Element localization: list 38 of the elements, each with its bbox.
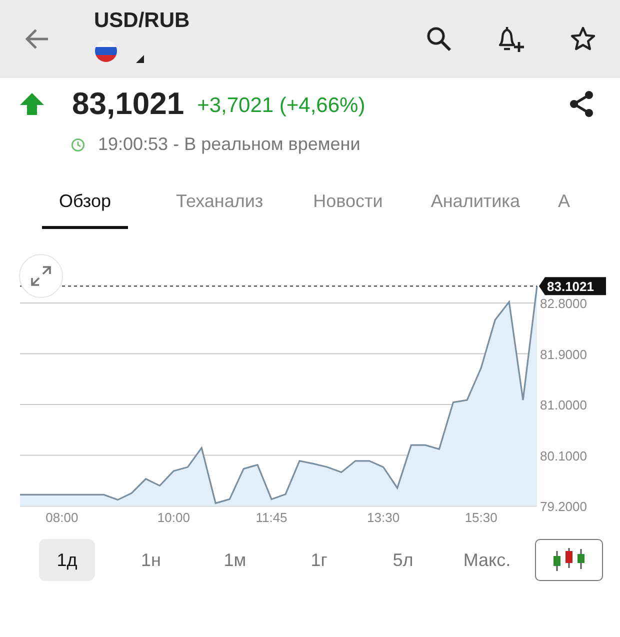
clock-icon [71, 138, 85, 152]
range-button[interactable]: 1м [207, 539, 263, 581]
last-price-tag: 83.1021 [539, 277, 606, 296]
expand-icon [29, 264, 53, 288]
tab[interactable]: Теханализ [176, 181, 264, 229]
range-button[interactable]: 1н [123, 539, 179, 581]
chart-type-button[interactable] [535, 539, 603, 581]
y-axis-label: 81.0000 [540, 398, 587, 413]
star-icon[interactable] [570, 26, 596, 52]
y-axis-label: 82.8000 [540, 296, 587, 312]
range-button[interactable]: Макс. [459, 539, 515, 581]
realtime-timestamp: 19:00:53 - В реальном времени [98, 134, 360, 155]
tab[interactable]: Обзор [42, 181, 128, 229]
x-axis-label: 11:45 [256, 510, 288, 525]
range-button[interactable]: 5л [375, 539, 431, 581]
pair-title: USD/RUB [94, 9, 190, 33]
dropdown-caret-icon[interactable] [136, 55, 144, 63]
candlestick-icon [551, 546, 587, 574]
flag-icon[interactable] [94, 39, 118, 63]
range-button[interactable]: 1г [291, 539, 347, 581]
search-icon[interactable] [426, 26, 452, 52]
tab[interactable]: Аналитика [430, 181, 520, 229]
x-axis-label: 10:00 [157, 510, 190, 525]
tab[interactable]: Новости [313, 181, 383, 229]
x-axis-label: 13:30 [367, 510, 400, 525]
share-icon[interactable] [568, 90, 596, 118]
add-alert-icon[interactable] [496, 25, 526, 53]
range-button[interactable]: 1д [39, 539, 95, 581]
tab[interactable]: А [558, 181, 570, 229]
x-axis-label: 08:00 [46, 510, 78, 525]
expand-button[interactable] [19, 254, 63, 298]
y-axis-label: 81.9000 [540, 346, 587, 362]
y-axis-label: 80.1000 [540, 448, 587, 464]
y-axis-label: 79.2000 [540, 499, 587, 514]
x-axis-label: 15:30 [464, 510, 498, 525]
price-change: +3,7021 (+4,66%) [197, 94, 366, 118]
back-icon[interactable] [24, 28, 50, 50]
price: 83,1021 [72, 86, 184, 122]
